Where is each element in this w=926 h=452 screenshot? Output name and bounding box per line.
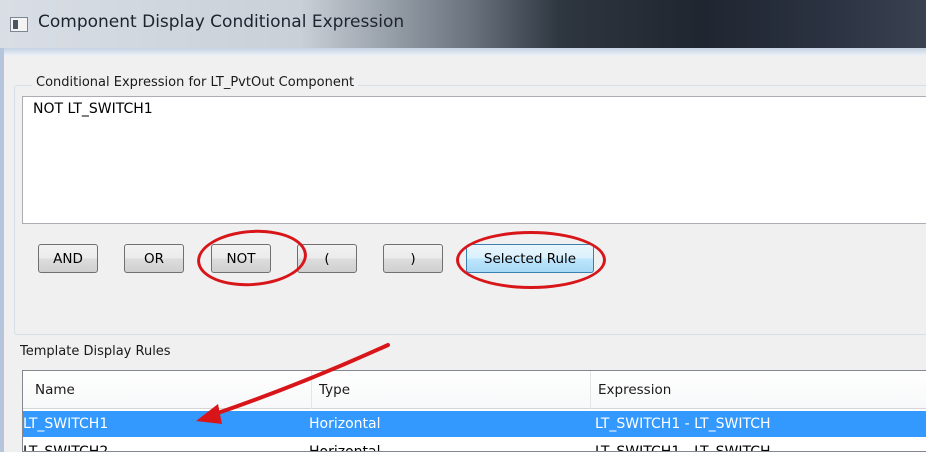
arrow-head bbox=[196, 404, 222, 424]
annotation-arrow bbox=[196, 343, 390, 424]
arrow-shaft bbox=[210, 343, 390, 417]
